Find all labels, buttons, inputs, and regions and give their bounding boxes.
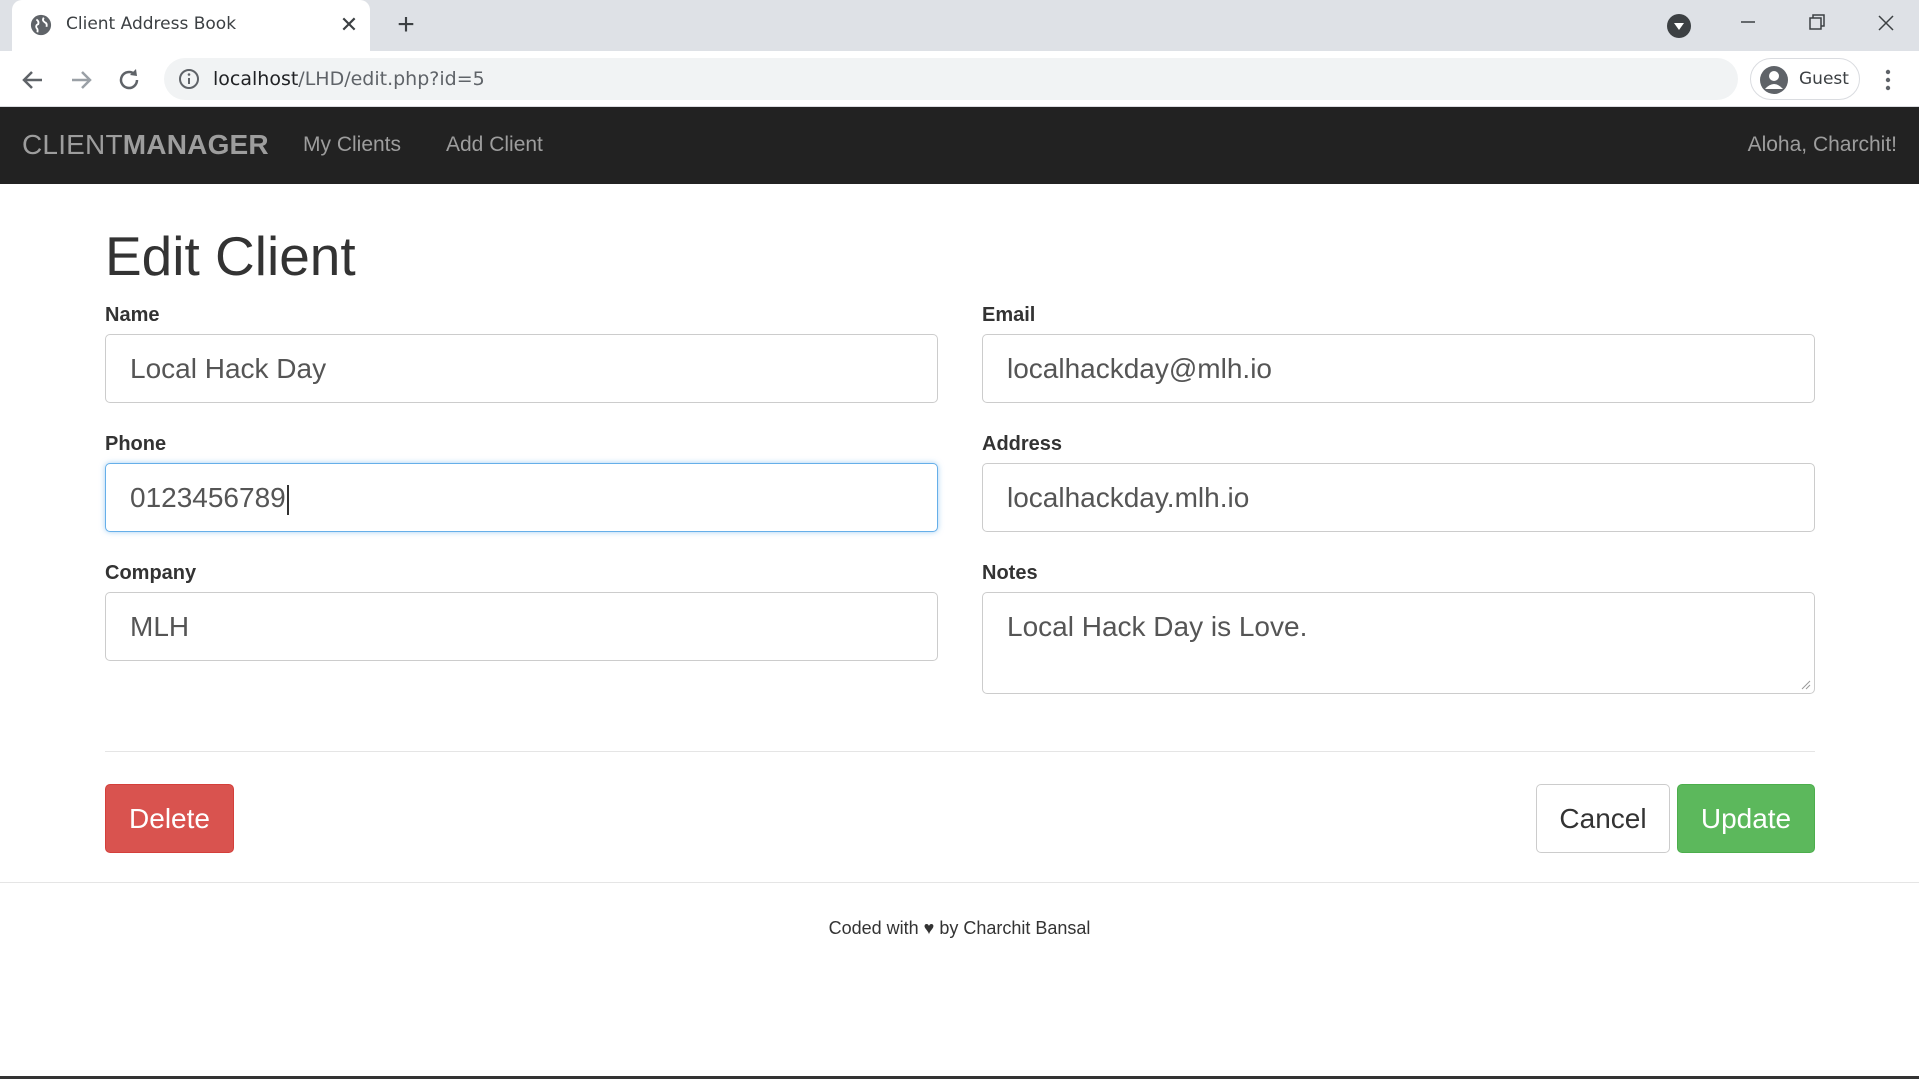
footer-divider [0,882,1919,883]
notes-label: Notes [982,562,1038,584]
email-field-group: Email localhackday@mlh.io [982,304,1815,403]
text-caret [286,484,289,515]
new-tab-button[interactable]: + [390,10,422,42]
phone-field-group: Phone 0123456789 [105,433,938,532]
minimize-button[interactable] [1728,8,1768,42]
avatar-icon [1760,66,1788,94]
close-window-icon [1878,15,1894,31]
user-greeting: Aloha, Charchit! [1747,133,1897,156]
browser-tab-strip: Client Address Book ✕ + [0,0,1919,51]
update-button[interactable]: Update [1677,784,1815,853]
address-label: Address [982,433,1063,455]
name-input[interactable]: Local Hack Day [105,334,938,403]
app-navbar: CLIENTMANAGER My Clients Add Client Aloh… [0,107,1919,184]
notes-value: Local Hack Day is Love. [1007,611,1308,642]
nav-add-client[interactable]: Add Client [446,133,543,157]
info-icon[interactable] [178,68,200,90]
profile-button[interactable]: Guest [1750,58,1860,100]
footer-credit: Coded with ♥ by Charchit Bansal [828,918,1091,938]
notes-field-group: Notes Local Hack Day is Love. [982,562,1815,694]
nav-my-clients[interactable]: My Clients [303,133,401,157]
name-field-group: Name Local Hack Day [105,304,938,403]
company-input[interactable]: MLH [105,592,938,661]
resize-handle-icon[interactable] [1799,678,1811,690]
url-text: localhost/LHD/edit.php?id=5 [213,68,485,90]
phone-label: Phone [105,433,167,455]
tab-title: Client Address Book [66,14,237,34]
browser-tab[interactable]: Client Address Book ✕ [12,0,370,51]
phone-value: 0123456789 [130,482,286,513]
email-label: Email [982,304,1036,326]
reload-icon [119,69,139,90]
back-arrow-icon [22,71,42,89]
restore-icon [1809,14,1825,30]
brand-bold: MANAGER [122,129,269,160]
browser-menu-button[interactable] [1875,63,1901,97]
page-title: Edit Client [105,225,356,287]
browser-toolbar: localhost/LHD/edit.php?id=5 Guest [0,51,1919,107]
url-path: /LHD/edit.php?id=5 [298,68,485,90]
company-label: Company [105,562,197,584]
forward-button[interactable] [64,63,98,97]
form-divider [105,751,1815,752]
reload-button[interactable] [112,63,146,97]
restore-button[interactable] [1796,8,1836,42]
forward-arrow-icon [72,71,92,89]
company-field-group: Company MLH [105,562,938,661]
brand-logo[interactable]: CLIENTMANAGER [22,129,269,161]
minimize-icon [1741,21,1755,23]
address-field-group: Address localhackday.mlh.io [982,433,1815,532]
profile-label: Guest [1799,69,1849,89]
tab-search-icon[interactable] [1667,14,1691,38]
brand-light: CLIENT [22,129,123,160]
close-window-button[interactable] [1866,8,1906,42]
cancel-button[interactable]: Cancel [1536,784,1670,853]
close-tab-icon[interactable]: ✕ [336,12,362,38]
delete-button[interactable]: Delete [105,784,234,853]
email-input[interactable]: localhackday@mlh.io [982,334,1815,403]
name-label: Name [105,304,160,326]
kebab-menu-icon [1885,69,1891,91]
globe-icon [30,14,52,36]
phone-input[interactable]: 0123456789 [105,463,938,532]
notes-textarea[interactable]: Local Hack Day is Love. [982,592,1815,694]
url-host: localhost [213,68,299,90]
address-input[interactable]: localhackday.mlh.io [982,463,1815,532]
back-button[interactable] [16,63,50,97]
address-bar[interactable]: localhost/LHD/edit.php?id=5 [164,58,1738,100]
